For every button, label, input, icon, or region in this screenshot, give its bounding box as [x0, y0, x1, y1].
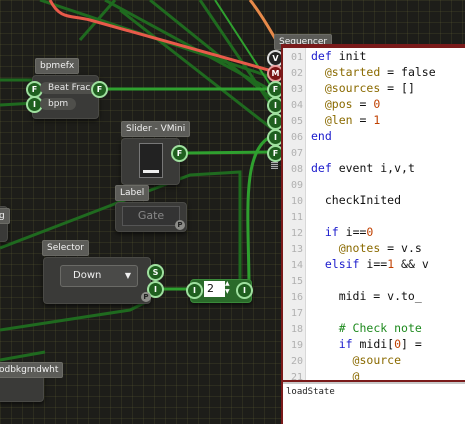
- code-line[interactable]: 17: [283, 304, 311, 320]
- stepper-arrows-icon[interactable]: ▲ ▼: [225, 280, 230, 296]
- code-token: def: [311, 49, 339, 63]
- code-token: event i,v,t: [338, 161, 415, 175]
- slider-title[interactable]: Slider - VMini: [121, 121, 191, 137]
- left-stub-title[interactable]: g: [0, 208, 10, 224]
- number-in-port[interactable]: I: [186, 282, 203, 299]
- code-token: 0: [394, 337, 402, 351]
- code-token: =: [352, 97, 374, 111]
- slider-track[interactable]: [139, 143, 163, 178]
- code-line[interactable]: 11: [283, 208, 311, 224]
- selector-param-badge[interactable]: P: [141, 292, 151, 302]
- code-token: init: [338, 49, 367, 63]
- code-token: @len: [324, 113, 353, 127]
- code-line[interactable]: 19 if midi[0] =: [283, 336, 422, 352]
- code-token: i==: [345, 225, 367, 239]
- code-line[interactable]: 16 midi = v.to_: [283, 288, 422, 304]
- state-panel[interactable]: loadState: [283, 382, 465, 424]
- code-line[interactable]: 13 @notes = v.s: [283, 240, 422, 256]
- code-token: 1: [373, 113, 381, 127]
- label-param-badge[interactable]: P: [175, 220, 185, 230]
- code-token: end: [311, 129, 332, 143]
- selector-value: Down: [73, 270, 102, 281]
- code-token: # Check note: [338, 321, 422, 335]
- code-token: if: [324, 225, 346, 239]
- code-token: midi[: [359, 337, 395, 351]
- code-token: if: [338, 337, 360, 351]
- code-token: midi = v.to_: [311, 289, 422, 303]
- code-line[interactable]: 04 @pos = 0: [283, 96, 380, 112]
- line-number: 21: [290, 372, 303, 380]
- code-token: @sources: [324, 81, 381, 95]
- code-token: = []: [380, 81, 415, 95]
- code-line[interactable]: 05 @len = 1: [283, 112, 380, 128]
- bpmefx-beat-frac-label: Beat Frac: [40, 82, 99, 94]
- code-line[interactable]: 15: [283, 272, 311, 288]
- label-title[interactable]: Label: [115, 185, 150, 201]
- selector-s-port[interactable]: S: [147, 264, 164, 281]
- code-token: elsif: [324, 257, 367, 271]
- slider-out-port[interactable]: F: [171, 145, 188, 162]
- number-value: 2: [207, 282, 214, 295]
- number-field[interactable]: 2: [204, 281, 225, 297]
- code-token: @started: [324, 65, 381, 79]
- code-line[interactable]: 20 @source: [283, 352, 401, 368]
- code-line[interactable]: 02 @started = false: [283, 64, 436, 80]
- bpmefx-title[interactable]: bpmefx: [35, 58, 80, 74]
- code-token: && v: [394, 257, 429, 271]
- code-token: 0: [373, 97, 381, 111]
- code-editor[interactable]: 01 def init 02 @started = false 03 @sources…: [283, 48, 465, 380]
- number-out-port[interactable]: I: [236, 282, 253, 299]
- bpmefx-bpm-label: bpm: [40, 98, 77, 110]
- bottom-node-title[interactable]: odbkgrndwht: [0, 362, 64, 378]
- code-token: i==: [366, 257, 388, 271]
- code-token: = v.s: [380, 241, 422, 255]
- code-line[interactable]: 09: [283, 176, 311, 192]
- patch-canvas[interactable]: bpmefx F Beat Frac F I bpm Slider - VMin…: [0, 0, 465, 424]
- code-token: 0: [366, 225, 374, 239]
- code-line[interactable]: 10 checkInited: [283, 192, 401, 208]
- code-line[interactable]: 12 if i==0: [283, 224, 373, 240]
- chevron-down-icon: ▼: [124, 271, 131, 280]
- code-line[interactable]: 03 @sources = []: [283, 80, 415, 96]
- code-token: def: [311, 161, 339, 175]
- state-label: loadState: [286, 387, 335, 397]
- code-token: @: [352, 369, 360, 380]
- code-token: @notes: [338, 241, 381, 255]
- code-line[interactable]: 08 def event i,v,t: [283, 160, 415, 176]
- code-token: = false: [380, 65, 436, 79]
- label-display: Gate: [122, 206, 180, 226]
- code-line[interactable]: 14 elsif i==1 && v: [283, 256, 429, 272]
- sequencer-editor: 01 def init 02 @started = false 03 @sources…: [281, 44, 465, 424]
- code-token: checkInited: [311, 193, 402, 207]
- code-line[interactable]: 07: [283, 144, 311, 160]
- code-line[interactable]: 01 def init: [283, 48, 366, 64]
- selector-title[interactable]: Selector: [42, 240, 89, 256]
- slider-handle[interactable]: [143, 170, 159, 173]
- bpmefx-beat-out-port[interactable]: F: [91, 81, 108, 98]
- code-token: @pos: [324, 97, 353, 111]
- code-line[interactable]: 06 end: [283, 128, 332, 144]
- code-token: ] =: [401, 337, 422, 351]
- code-token: @source: [352, 353, 402, 367]
- resize-handle-icon[interactable]: [271, 162, 278, 169]
- code-line[interactable]: 21 @: [283, 368, 360, 380]
- selector-dropdown[interactable]: Down ▼: [60, 265, 138, 287]
- code-line[interactable]: 18 # Check note: [283, 320, 422, 336]
- code-token: =: [352, 113, 374, 127]
